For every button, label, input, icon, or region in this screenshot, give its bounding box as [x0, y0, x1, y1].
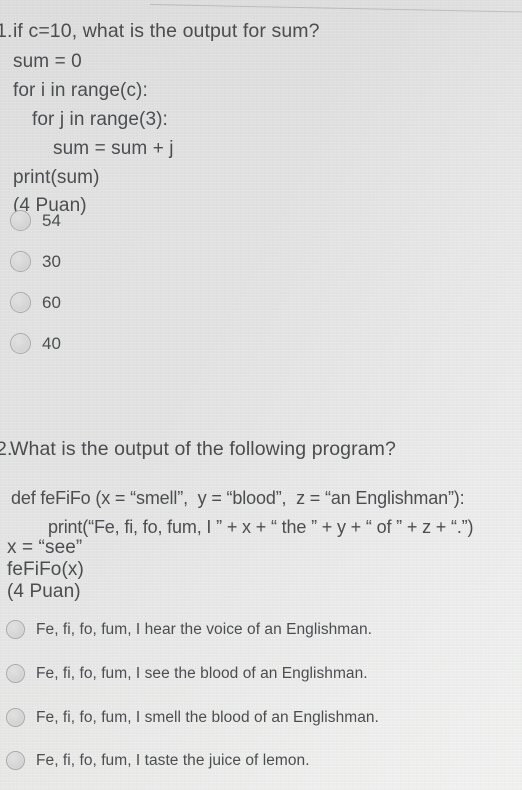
question-2-option-1-label: Fe, fi, fo, fum, I hear the voice of an … — [36, 620, 372, 638]
question-2-option-4[interactable]: Fe, fi, fo, fum, I taste the juice of le… — [6, 751, 310, 770]
radio-button-icon[interactable] — [10, 292, 31, 313]
question-2-option-2[interactable]: Fe, fi, fo, fum, I see the blood of an E… — [6, 664, 368, 683]
radio-button-icon[interactable] — [6, 664, 25, 683]
question-1-option-3-label: 60 — [42, 293, 61, 312]
question-2-prompt: What is the output of the following prog… — [10, 438, 396, 460]
question-1-prompt: if c=10, what is the output for sum? — [13, 20, 320, 42]
radio-button-icon[interactable] — [6, 708, 25, 727]
question-1-option-4[interactable]: 40 — [10, 333, 61, 354]
question-1-option-3[interactable]: 60 — [10, 292, 61, 313]
question-1-option-2-label: 30 — [42, 252, 61, 271]
question-2-option-3[interactable]: Fe, fi, fo, fum, I smell the blood of an… — [6, 708, 379, 727]
question-2-option-2-label: Fe, fi, fo, fum, I see the blood of an E… — [36, 664, 368, 682]
question-2-code-line-2: print(“Fe, fi, fo, fum, I ” + x + “ the … — [48, 517, 474, 537]
radio-button-icon[interactable] — [6, 620, 25, 639]
radio-button-icon[interactable] — [10, 210, 31, 231]
question-1-option-2[interactable]: 30 — [10, 251, 61, 272]
question-2-points: (4 Puan) — [7, 581, 81, 602]
radio-button-icon[interactable] — [6, 751, 25, 770]
radio-button-icon[interactable] — [10, 333, 31, 354]
question-1-code-line-2: for i in range(c): — [13, 80, 148, 101]
question-2-option-1[interactable]: Fe, fi, fo, fum, I hear the voice of an … — [6, 620, 372, 639]
question-1-number: 1. — [0, 20, 13, 42]
question-1-option-4-label: 40 — [42, 334, 61, 353]
question-2-option-3-label: Fe, fi, fo, fum, I smell the blood of an… — [36, 708, 379, 726]
question-1-option-1-label: 54 — [42, 211, 61, 230]
question-2-option-4-label: Fe, fi, fo, fum, I taste the juice of le… — [36, 751, 310, 769]
question-1-code-line-4: sum = sum + j — [53, 138, 174, 159]
question-1-code-line-1: sum = 0 — [13, 51, 82, 72]
question-1-code-line-5: print(sum) — [13, 167, 100, 188]
question-2-code-line-3: x = “see” — [7, 537, 83, 558]
question-1-option-1[interactable]: 54 — [10, 210, 61, 231]
question-2-code-line-4: feFiFo(x) — [7, 559, 84, 580]
question-1-code-line-3: for j in range(3): — [32, 109, 168, 130]
radio-button-icon[interactable] — [10, 251, 31, 272]
quiz-content: 1. if c=10, what is the output for sum? … — [0, 0, 522, 790]
question-2-code-line-1: def feFiFo (x = “smell”, y = “blood”, z … — [11, 488, 465, 508]
